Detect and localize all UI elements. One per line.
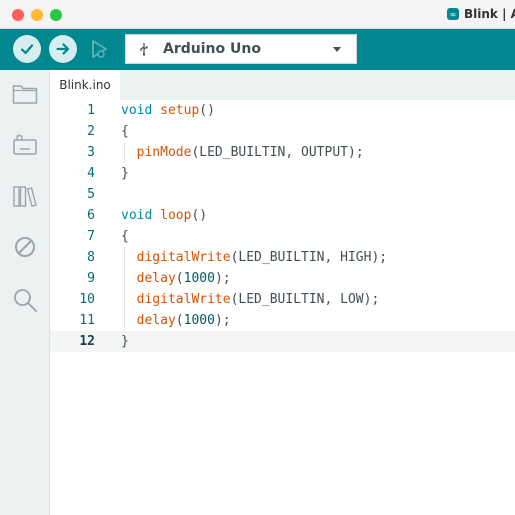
code-line[interactable]: 10 digitalWrite(LED_BUILTIN, LOW); [50, 289, 515, 310]
code-token: } [121, 334, 129, 349]
zoom-window-button[interactable] [50, 9, 62, 21]
code-line[interactable]: 2{ [50, 121, 515, 142]
line-number: 2 [87, 124, 95, 139]
code-line[interactable]: 1 void setup() [50, 100, 515, 121]
debug-panel-button[interactable] [11, 233, 39, 261]
code-text: } [121, 163, 129, 184]
tab-bar: Blink.ino [50, 70, 515, 100]
code-text: void loop() [121, 205, 207, 226]
code-text: delay(1000); [121, 310, 231, 331]
board-name: Arduino Uno [163, 41, 261, 57]
usb-icon [138, 42, 150, 56]
line-number: 5 [87, 187, 95, 202]
board-icon [13, 134, 37, 155]
code-line[interactable]: 4} [50, 163, 515, 184]
line-number: 12 [79, 334, 95, 349]
code-token: setup [160, 103, 200, 118]
folder-icon [12, 85, 38, 104]
code-line[interactable]: 12} [50, 331, 515, 352]
boards-manager-button[interactable] [11, 131, 39, 159]
minimize-window-button[interactable] [31, 9, 43, 21]
code-token: delay [136, 313, 176, 328]
code-text: delay(1000); [121, 268, 231, 289]
close-window-button[interactable] [12, 9, 24, 21]
verify-button[interactable] [13, 35, 41, 63]
code-token: 1000 [183, 313, 215, 328]
code-token: delay [136, 271, 176, 286]
code-line[interactable]: 8 digitalWrite(LED_BUILTIN, HIGH); [50, 247, 515, 268]
code-text: { [121, 226, 129, 247]
code-token: digitalWrite [136, 292, 231, 307]
code-text: void setup() [121, 100, 215, 121]
sidebar [0, 70, 50, 515]
code-token: { [121, 124, 129, 139]
code-line[interactable]: 6 void loop() [50, 205, 515, 226]
code-token: (LED_BUILTIN, OUTPUT); [191, 145, 364, 160]
code-token: pinMode [136, 145, 192, 160]
code-token: ( [175, 313, 184, 328]
code-line[interactable]: 7{ [50, 226, 515, 247]
toolbar: Arduino Uno [0, 29, 515, 70]
arduino-logo-icon: ∞ [447, 8, 459, 20]
code-token: void [121, 103, 153, 118]
window-title: ∞ Blink | A [447, 6, 515, 22]
sketchbook-button[interactable] [11, 80, 39, 108]
code-line[interactable]: 11 delay(1000); [50, 310, 515, 331]
line-number: 1 [87, 103, 95, 118]
code-token: ); [214, 271, 231, 286]
library-icon [13, 186, 37, 207]
code-text: { [121, 121, 129, 142]
code-token: } [121, 166, 129, 181]
code-text: digitalWrite(LED_BUILTIN, LOW); [121, 289, 380, 310]
chevron-down-icon [333, 47, 341, 52]
search-button[interactable] [11, 286, 39, 314]
checkmark-icon [20, 44, 34, 55]
library-manager-button[interactable] [11, 182, 39, 210]
code-token: ( [175, 271, 184, 286]
line-number: 11 [79, 313, 95, 328]
debug-stop-icon [15, 237, 35, 257]
code-token: (LED_BUILTIN, LOW); [230, 292, 380, 307]
search-icon [14, 289, 37, 312]
code-token: digitalWrite [136, 250, 231, 265]
code-text: digitalWrite(LED_BUILTIN, HIGH); [121, 247, 387, 268]
debug-button[interactable] [85, 35, 113, 63]
code-text: pinMode(LED_BUILTIN, OUTPUT); [121, 142, 364, 163]
line-number: 10 [79, 292, 95, 307]
line-number: 6 [87, 208, 95, 223]
debug-play-icon [92, 40, 107, 58]
code-editor[interactable]: 1 void setup() 2{3 pinMode(LED_BUILTIN, OU… [50, 100, 515, 515]
code-text: } [121, 331, 129, 352]
code-token: ); [214, 313, 231, 328]
code-token: { [121, 229, 129, 244]
board-selector[interactable]: Arduino Uno [125, 34, 357, 64]
code-token: () [191, 208, 208, 223]
tab-blink-ino[interactable]: Blink.ino [50, 70, 120, 100]
window-title-text: Blink | A [464, 7, 515, 21]
upload-button[interactable] [49, 35, 77, 63]
line-number: 3 [87, 145, 95, 160]
code-token: 1000 [183, 271, 215, 286]
code-line[interactable]: 9 delay(1000); [50, 268, 515, 289]
line-number: 7 [87, 229, 95, 244]
code-token: () [199, 103, 215, 118]
code-token: (LED_BUILTIN, HIGH); [230, 250, 388, 265]
code-token: loop [160, 208, 192, 223]
code-token: void [121, 208, 153, 223]
code-line[interactable]: 3 pinMode(LED_BUILTIN, OUTPUT); [50, 142, 515, 163]
line-number: 9 [87, 271, 95, 286]
line-number: 4 [87, 166, 95, 181]
title-bar: ∞ Blink | A [0, 0, 515, 29]
line-number: 8 [87, 250, 95, 265]
code-line[interactable]: 5 [50, 184, 515, 205]
arrow-right-icon [56, 43, 70, 55]
